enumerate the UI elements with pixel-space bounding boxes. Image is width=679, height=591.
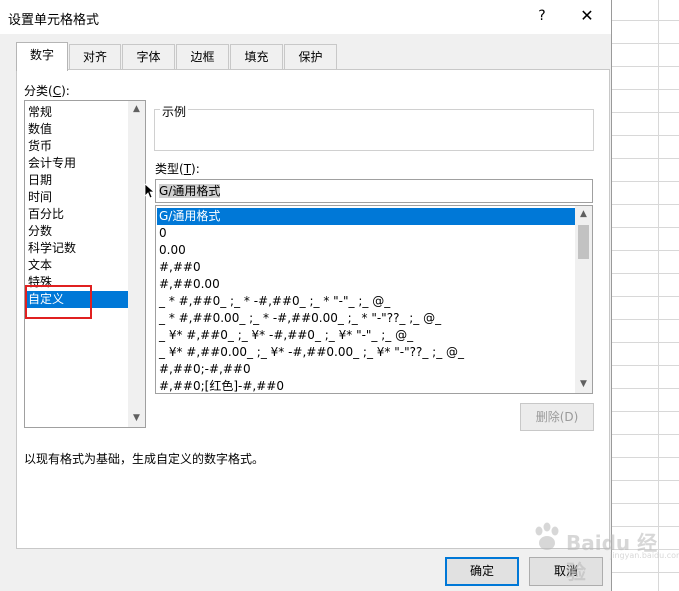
- category-item-date[interactable]: 日期: [28, 172, 128, 189]
- category-item-number[interactable]: 数值: [28, 121, 128, 138]
- grid-line: [610, 250, 679, 251]
- grid-line: [610, 503, 679, 504]
- grid-line: [610, 20, 679, 21]
- grid-line: [610, 204, 679, 205]
- format-item[interactable]: _ * #,##0_ ;_ * -#,##0_ ;_ * "-"_ ;_ @_: [159, 293, 576, 310]
- grid-line: [610, 227, 679, 228]
- format-item[interactable]: _ * #,##0.00_ ;_ * -#,##0.00_ ;_ * "-"??…: [159, 310, 576, 327]
- format-item[interactable]: #,##0.00: [159, 276, 576, 293]
- grid-line: [610, 135, 679, 136]
- category-item-accounting[interactable]: 会计专用: [28, 155, 128, 172]
- format-item[interactable]: G/通用格式: [157, 208, 576, 225]
- grid-line: [610, 480, 679, 481]
- format-item[interactable]: _ ¥* #,##0.00_ ;_ ¥* -#,##0.00_ ;_ ¥* "-…: [159, 344, 576, 361]
- category-item-time[interactable]: 时间: [28, 189, 128, 206]
- grid-line: [610, 388, 679, 389]
- grid-line: [610, 66, 679, 67]
- grid-line: [610, 43, 679, 44]
- format-scrollbar[interactable]: ▲ ▼: [575, 206, 592, 393]
- grid-line: [610, 342, 679, 343]
- dialog-title: 设置单元格格式: [8, 13, 100, 28]
- type-label-key: T: [183, 162, 192, 176]
- grid-line: [610, 273, 679, 274]
- type-input[interactable]: G/通用格式: [155, 179, 593, 203]
- tab-border[interactable]: 边框: [176, 44, 229, 70]
- close-button[interactable]: ✕: [575, 4, 599, 28]
- scroll-down-arrow-icon[interactable]: ▼: [128, 410, 145, 427]
- category-label-prefix: 分类(: [24, 84, 53, 98]
- category-item-currency[interactable]: 货币: [28, 138, 128, 155]
- category-item-general[interactable]: 常规: [28, 104, 128, 121]
- title-bar[interactable]: 设置单元格格式 ? ✕: [0, 0, 611, 34]
- category-item-percentage[interactable]: 百分比: [28, 206, 128, 223]
- delete-button[interactable]: 删除(D): [520, 403, 594, 431]
- sample-box: [154, 109, 594, 151]
- description-text: 以现有格式为基础，生成自定义的数字格式。: [24, 452, 265, 466]
- category-item-fraction[interactable]: 分数: [28, 223, 128, 240]
- category-item-scientific[interactable]: 科学记数: [28, 240, 128, 257]
- format-cells-dialog: 设置单元格格式 ? ✕ 数字 对齐 字体 边框 填充 保护 分类(C): 常规 …: [0, 0, 612, 591]
- format-item[interactable]: #,##0;-#,##0: [159, 361, 576, 378]
- type-label-suffix: ):: [191, 162, 200, 176]
- grid-line: [610, 319, 679, 320]
- category-scrollbar[interactable]: ▲ ▼: [128, 101, 145, 427]
- type-input-value: G/通用格式: [159, 184, 221, 198]
- grid-line: [610, 434, 679, 435]
- ok-button[interactable]: 确定: [445, 557, 519, 586]
- paw-logo-icon: [535, 522, 559, 550]
- scroll-thumb[interactable]: [578, 225, 589, 259]
- baidu-watermark: Baidu 经验 jingyan.baidu.com: [522, 517, 679, 584]
- tab-fill[interactable]: 填充: [230, 44, 283, 70]
- category-label-key: C: [52, 84, 62, 98]
- tab-alignment[interactable]: 对齐: [69, 44, 121, 70]
- category-item-text[interactable]: 文本: [28, 257, 128, 274]
- watermark-subtext: jingyan.baidu.com: [610, 551, 679, 560]
- type-label: 类型(T):: [155, 160, 200, 177]
- grid-line: [610, 181, 679, 182]
- tab-font[interactable]: 字体: [122, 44, 175, 70]
- grid-line: [610, 112, 679, 113]
- category-label-suffix: ):: [61, 84, 70, 98]
- type-label-prefix: 类型(: [155, 162, 184, 176]
- scroll-up-arrow-icon[interactable]: ▲: [575, 206, 592, 223]
- tab-protection[interactable]: 保护: [284, 44, 337, 70]
- format-listbox[interactable]: G/通用格式 0 0.00 #,##0 #,##0.00 _ * #,##0_ …: [155, 205, 593, 394]
- grid-line: [610, 158, 679, 159]
- mouse-pointer-icon: [144, 183, 154, 199]
- annotation-highlight-box: [25, 285, 92, 319]
- scroll-up-arrow-icon[interactable]: ▲: [128, 101, 145, 118]
- grid-line: [610, 89, 679, 90]
- help-button[interactable]: ?: [532, 6, 552, 26]
- grid-line: [610, 365, 679, 366]
- grid-line: [610, 296, 679, 297]
- scroll-down-arrow-icon[interactable]: ▼: [575, 376, 592, 393]
- format-item[interactable]: #,##0: [159, 259, 576, 276]
- format-item[interactable]: _ ¥* #,##0_ ;_ ¥* -#,##0_ ;_ ¥* "-"_ ;_ …: [159, 327, 576, 344]
- format-item[interactable]: 0.00: [159, 242, 576, 259]
- format-item[interactable]: 0: [159, 225, 576, 242]
- category-label: 分类(C):: [24, 82, 70, 99]
- grid-line: [610, 411, 679, 412]
- sample-label: 示例: [160, 103, 189, 120]
- tab-number[interactable]: 数字: [16, 42, 68, 71]
- grid-line: [610, 457, 679, 458]
- format-item[interactable]: #,##0;[红色]-#,##0: [159, 378, 576, 395]
- category-listbox[interactable]: 常规 数值 货币 会计专用 日期 时间 百分比 分数 科学记数 文本 特殊 自定…: [24, 100, 146, 428]
